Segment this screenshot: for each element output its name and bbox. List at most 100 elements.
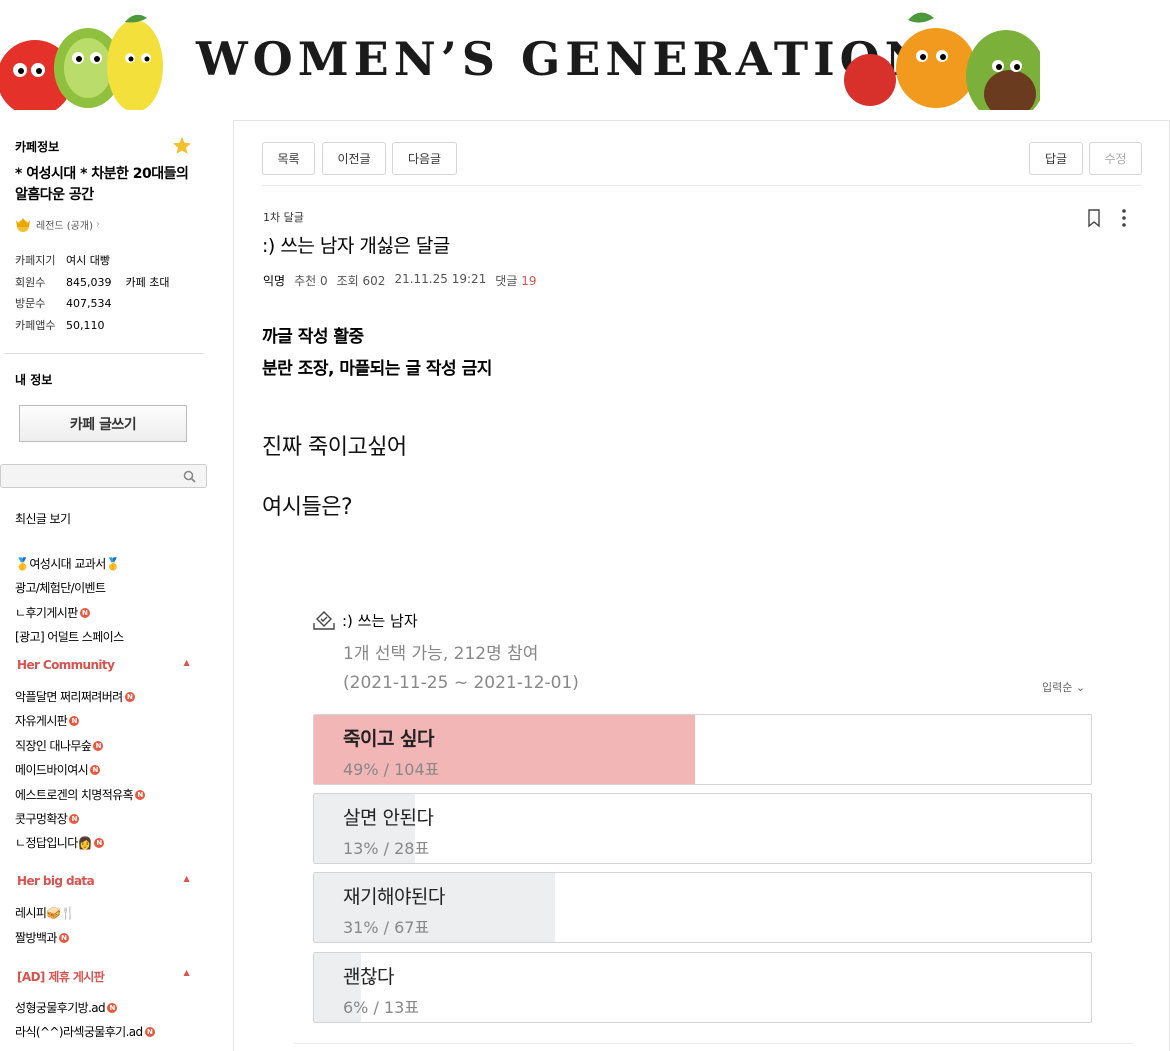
category-her-community[interactable]: Her Community ▲ — [17, 658, 190, 672]
food-icon: 🥪🍴 — [46, 905, 76, 920]
collapse-caret-icon[interactable]: ▲ — [183, 658, 189, 672]
menu-review[interactable]: ㄴ후기게시판 N — [15, 604, 90, 621]
cafe-name[interactable]: * 여성시대 * 차분한 20대들의 알흠다운 공간 — [15, 164, 195, 206]
bookmark-icon[interactable] — [1086, 208, 1102, 228]
poll-option[interactable]: 재기해야된다 31% / 67표 — [313, 872, 1092, 943]
category-label: Her big data — [17, 874, 95, 888]
post-date: 21.11.25 19:21 — [394, 272, 487, 286]
poll-header: :) 쓰는 남자 — [312, 609, 418, 631]
post-body-line: 진짜 죽이고싶어 — [262, 435, 407, 460]
menu-label: 레시피 — [15, 906, 47, 920]
new-badge-icon: N — [58, 932, 69, 943]
banner-title: WOMEN’S GENERATION — [196, 32, 932, 86]
author-name[interactable]: 익명 — [263, 272, 285, 289]
menu-label: 여성시대 교과서 — [29, 557, 106, 571]
menu-community-item[interactable]: 에스트로겐의 치명적유혹 N — [15, 786, 146, 803]
list-button[interactable]: 목록 — [262, 142, 315, 175]
menu-label: ㄴ정답입니다 — [15, 836, 78, 850]
post-title: :) 쓰는 남자 개싫은 달글 — [262, 235, 450, 257]
menu-label: 콧구멍확장 — [15, 812, 68, 826]
notice-line: 분란 조장, 마플되는 글 작성 금지 — [262, 359, 492, 379]
star-icon[interactable] — [172, 136, 192, 156]
menu-label: 자유게시판 — [15, 714, 68, 728]
stat-key: 방문수 — [15, 297, 46, 310]
reply-button[interactable]: 답글 — [1029, 142, 1083, 175]
menu-label: 직장인 대나무숲 — [15, 739, 92, 753]
poll-participation: 1개 선택 가능, 212명 참여 — [343, 644, 539, 664]
cafe-banner[interactable]: WOMEN’S GENERATION — [0, 0, 1040, 110]
collapse-caret-icon[interactable]: ▲ — [183, 874, 189, 888]
new-badge-icon: N — [93, 740, 104, 751]
menu-community-item[interactable]: ㄴ정답입니다 👩 N — [15, 834, 104, 851]
menu-label: 악플달면 쩌리쩌려버려 — [15, 690, 123, 704]
cafe-search-input[interactable] — [0, 464, 207, 488]
poll-option-label: 살면 안된다 — [343, 807, 434, 829]
page: WOMEN’S GENERATION 카페정보 * 여성시대 * 차분한 20대… — [0, 0, 1170, 1051]
comment-count: 19 — [521, 274, 537, 288]
poll-option-result: 13% / 28표 — [343, 839, 430, 858]
level-label: 레전드 (공개) — [36, 220, 93, 232]
menu-ad-item[interactable]: 라식(^^)라섹궁물후기.ad N — [15, 1023, 155, 1040]
search-icon[interactable] — [183, 470, 196, 483]
new-badge-icon: N — [79, 607, 90, 618]
cafe-write-button[interactable]: 카페 글쓰기 — [19, 405, 187, 442]
recommend-count: 추천 0 — [294, 274, 328, 288]
menu-bigdata-item[interactable]: 짤방백과 N — [15, 929, 69, 946]
menu-bigdata-item[interactable]: 레시피 🥪🍴 — [15, 904, 76, 921]
poll-option[interactable]: 살면 안된다 13% / 28표 — [313, 793, 1092, 864]
menu-community-item[interactable]: 메이드바이여시 N — [15, 761, 101, 778]
more-options-icon[interactable] — [1120, 207, 1128, 229]
cafe-stats: 카페지기 여시 대빵 회원수 845,039 카페 초대 방문수 407,534… — [15, 250, 169, 336]
menu-adult[interactable]: [광고] 어덜트 스페이스 — [15, 628, 124, 645]
next-post-button[interactable]: 다음글 — [392, 142, 457, 175]
menu-label: 성형궁물후기방.ad — [15, 1001, 106, 1015]
menu-community-item[interactable]: 악플달면 쩌리쩌려버려 N — [15, 688, 135, 705]
cafe-info-heading: 카페정보 — [15, 140, 60, 154]
cafe-invite-link[interactable]: 카페 초대 — [126, 272, 170, 294]
post-body-line: 여시들은? — [262, 495, 353, 520]
menu-label: 메이드바이여시 — [15, 763, 89, 777]
emoji-icon: 👩 — [77, 835, 93, 850]
menu-latest[interactable]: 최신글 보기 — [15, 510, 71, 527]
poll-info: 1개 선택 가능, 212명 참여 (2021-11-25 ~ 2021-12-… — [343, 640, 579, 698]
new-badge-icon: N — [107, 1002, 118, 1013]
category-ad-board[interactable]: [AD] 제휴 게시판 ▲ — [17, 968, 190, 985]
cafe-level[interactable]: 레전드 (공개) › — [13, 214, 100, 234]
poll-option-result: 6% / 13표 — [343, 998, 420, 1017]
poll-option[interactable]: 괜찮다 6% / 13표 — [313, 952, 1092, 1023]
chevron-down-icon: ⌄ — [1075, 681, 1086, 694]
medal-icon: 🥇 — [105, 556, 121, 571]
edit-button[interactable]: 수정 — [1089, 142, 1142, 175]
menu-community-item[interactable]: 콧구멍확장 N — [15, 810, 80, 827]
my-info-tab[interactable]: 내 정보 — [15, 371, 52, 388]
fruit-characters-right-icon — [844, 12, 1040, 110]
menu-label: ㄴ후기게시판 — [15, 606, 78, 620]
menu-ads[interactable]: 광고/체험단/이벤트 — [15, 579, 106, 596]
category-her-big-data[interactable]: Her big data ▲ — [17, 874, 190, 888]
stat-key: 회원수 — [15, 275, 46, 289]
menu-ad-item[interactable]: 성형궁물후기방.ad N — [15, 999, 118, 1016]
stat-value[interactable]: 여시 대빵 — [66, 250, 110, 272]
medal-icon: 🥇 — [15, 556, 30, 571]
menu-textbook[interactable]: 🥇 여성시대 교과서 🥇 — [15, 555, 121, 572]
stat-row: 회원수 845,039 카페 초대 — [15, 272, 169, 294]
stat-value: 50,110 — [66, 318, 105, 332]
divider — [262, 185, 1142, 186]
new-badge-icon: N — [144, 1026, 155, 1037]
menu-community-item[interactable]: 직장인 대나무숲 N — [15, 737, 104, 754]
stat-value: 845,039 — [66, 275, 112, 289]
poll-option-result: 49% / 104표 — [343, 760, 440, 779]
prev-post-button[interactable]: 이전글 — [322, 142, 386, 175]
board-link[interactable]: 1차 달글 — [263, 209, 304, 225]
sidebar: 카페정보 * 여성시대 * 차분한 20대들의 알흠다운 공간 레전드 (공개)… — [0, 110, 210, 1051]
poll-sort-dropdown[interactable]: 입력순 ⌄ — [1042, 679, 1085, 695]
collapse-caret-icon[interactable]: ▲ — [183, 968, 189, 985]
menu-community-item[interactable]: 자유게시판 N — [15, 712, 80, 729]
stat-value: 407,534 — [66, 297, 112, 310]
comment-link[interactable]: 댓글 19 — [495, 272, 536, 289]
menu-label: 짤방백과 — [15, 931, 57, 945]
board-notice: 까글 작성 활중 분란 조장, 마플되는 글 작성 금지 — [262, 321, 492, 385]
divider — [4, 353, 204, 354]
poll-option[interactable]: 죽이고 싶다 49% / 104표 — [313, 714, 1092, 785]
new-badge-icon: N — [69, 715, 80, 726]
